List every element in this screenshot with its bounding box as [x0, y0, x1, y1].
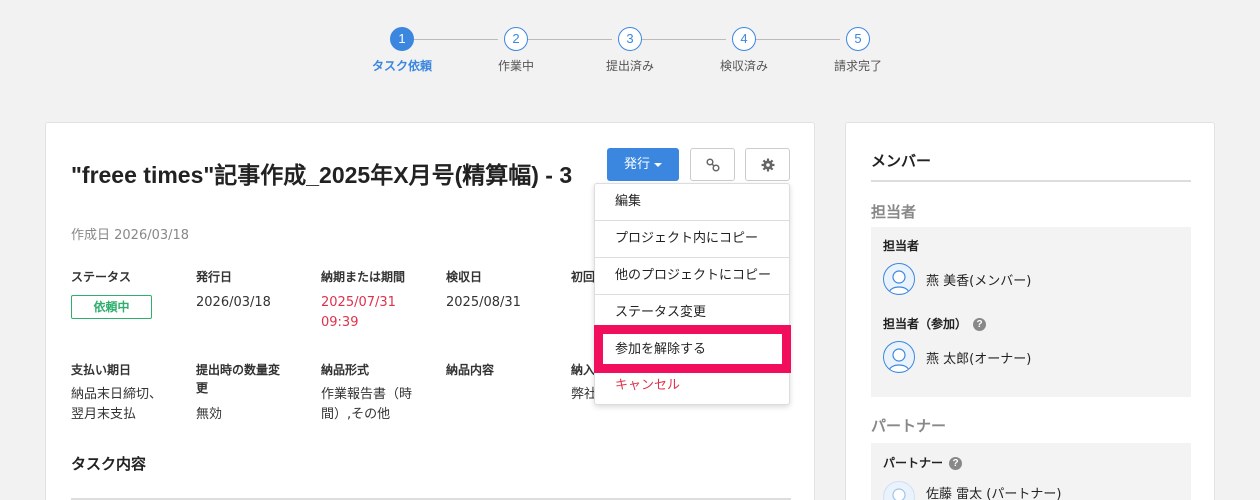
link-icon [706, 158, 720, 172]
participant-name[interactable]: 燕 太郎(オーナー) [926, 348, 1031, 367]
link-button[interactable] [690, 148, 735, 181]
issue-date-value: 2026/03/18 [196, 295, 271, 310]
quantity-change-label: 提出時の数量変 更 [196, 361, 280, 397]
step-task-request: 1 タスク依頼 [362, 27, 442, 74]
step-label: 作業中 [497, 59, 534, 73]
issue-button[interactable]: 発行 [607, 148, 679, 181]
step-inspected: 4 検収済み [704, 27, 784, 74]
user-avatar-icon [888, 270, 910, 294]
delivery-format-line-1: 作業報告書（時 [321, 387, 413, 402]
delivery-label: 納入 [571, 363, 596, 377]
delivery-format-value: 作業報告書（時 間）,その他 [321, 385, 412, 425]
settings-button[interactable] [745, 148, 790, 181]
inspection-date-value: 2025/08/31 [446, 295, 521, 310]
step-submitted: 3 提出済み [590, 27, 670, 74]
caret-down-icon [654, 162, 662, 167]
avatar[interactable] [883, 481, 915, 500]
partner-name[interactable]: 佐藤 雷太 (パートナー) [926, 483, 1061, 500]
deadline-time: 09:39 [321, 315, 359, 330]
delivery-format-line-2: 間）,その他 [321, 407, 391, 422]
assignee-label: 担当者 [883, 239, 920, 253]
quantity-change-label-line-1: 提出時の数量変 [196, 363, 281, 377]
step-in-progress: 2 作業中 [476, 27, 556, 74]
menu-item-cancel[interactable]: キャンセル [595, 368, 789, 405]
avatar[interactable] [883, 263, 915, 295]
payment-due-value: 納品末日締切、 翌月末支払 [71, 385, 162, 425]
participant-label: 担当者（参加）? [883, 315, 987, 332]
delivery-content-label: 納品内容 [446, 363, 495, 377]
step-label: 請求完了 [833, 59, 882, 73]
help-icon[interactable]: ? [973, 318, 987, 331]
task-content-heading: タスク内容 [71, 455, 147, 473]
delivery-format-label: 納品形式 [321, 363, 370, 377]
members-panel: メンバー 担当者 担当者 燕 美香(メンバー) 担当者（参加）? 燕 太郎(オー… [845, 122, 1215, 500]
quantity-change-label-line-2: 更 [196, 381, 209, 395]
partner-label-text: パートナー [883, 456, 944, 470]
deadline-label: 納期または期間 [321, 270, 406, 284]
assignee-heading: 担当者 [871, 203, 917, 221]
status-badge: 依頼中 [71, 295, 152, 319]
payment-due-label: 支払い期日 [71, 363, 132, 377]
step-number: 5 [846, 27, 870, 51]
avatar[interactable] [883, 341, 915, 373]
highlight-box [594, 325, 791, 373]
quantity-change-value: 無効 [196, 407, 223, 422]
status-label: ステータス [71, 270, 132, 284]
members-heading: メンバー [871, 152, 932, 170]
issue-button-label: 発行 [623, 157, 650, 172]
user-avatar-icon [888, 348, 910, 372]
created-date: 作成日 2026/03/18 [71, 228, 190, 243]
deadline-date: 2025/07/31 [321, 295, 396, 310]
deadline-value: 2025/07/31 09:39 [321, 293, 396, 333]
menu-item-copy-to-other-project[interactable]: 他のプロジェクトにコピー [595, 258, 789, 295]
step-invoiced: 5 請求完了 [818, 27, 898, 74]
menu-item-edit[interactable]: 編集 [595, 184, 789, 221]
payment-due-line-2: 翌月末支払 [71, 407, 137, 422]
step-label: 検収済み [719, 59, 768, 73]
step-label: タスク依頼 [371, 59, 432, 73]
step-number: 2 [504, 27, 528, 51]
partner-heading: パートナー [871, 417, 947, 435]
inspection-date-label: 検収日 [446, 270, 483, 284]
step-number: 3 [618, 27, 642, 51]
payment-due-line-1: 納品末日締切、 [71, 387, 163, 402]
task-title: "freee times"記事作成_2025年X月号(精算幅) - 3 [71, 162, 573, 188]
assignee-name[interactable]: 燕 美香(メンバー) [926, 270, 1031, 289]
initial-label: 初回 [571, 270, 596, 284]
participant-label-text: 担当者（参加） [883, 317, 968, 331]
partner-label: パートナー? [883, 454, 963, 471]
issue-date-label: 発行日 [196, 270, 233, 284]
assignee-box: 担当者 燕 美香(メンバー) 担当者（参加）? 燕 太郎(オーナー) [871, 227, 1191, 397]
user-avatar-icon [892, 488, 906, 500]
step-label: 提出済み [605, 59, 654, 73]
step-number: 1 [390, 27, 414, 51]
step-number: 4 [732, 27, 756, 51]
members-divider [871, 180, 1191, 182]
menu-item-copy-in-project[interactable]: プロジェクト内にコピー [595, 221, 789, 258]
help-icon[interactable]: ? [949, 457, 963, 470]
gear-icon [761, 158, 775, 172]
partner-box: パートナー? 佐藤 雷太 (パートナー) [871, 443, 1191, 500]
